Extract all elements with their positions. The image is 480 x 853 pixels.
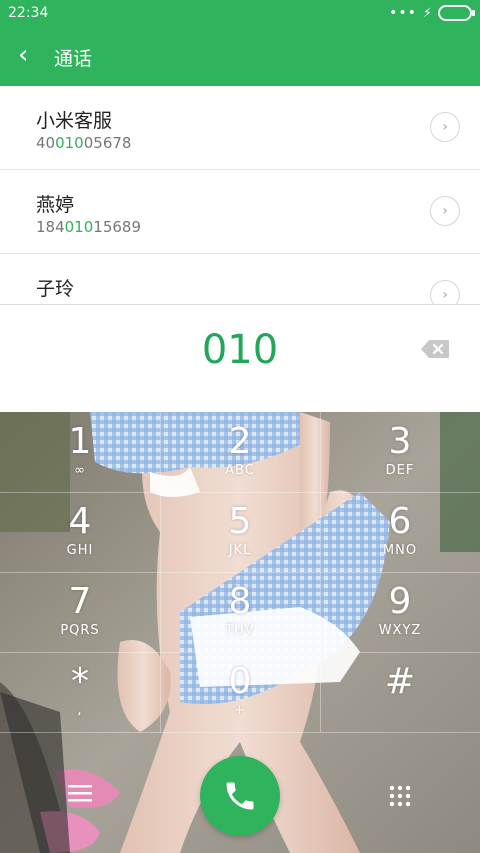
- key-1[interactable]: 1 ∞: [0, 412, 160, 492]
- key-5[interactable]: 5 JKL: [160, 492, 320, 572]
- status-bar: 22:34 ••• ⚡: [0, 0, 480, 28]
- key-hash[interactable]: #: [320, 652, 480, 732]
- contact-row[interactable]: 小米客服 4001005678 ›: [0, 86, 480, 170]
- contact-name: 小米客服: [36, 110, 113, 132]
- key-star[interactable]: * ,: [0, 652, 160, 732]
- charging-icon: ⚡: [422, 5, 432, 21]
- voicemail-icon: ∞: [74, 463, 86, 478]
- contact-row[interactable]: 燕婷 18401015689 ›: [0, 170, 480, 254]
- contact-list: 小米客服 4001005678 › 燕婷 18401015689 › 子玲 ›: [0, 86, 480, 304]
- call-button[interactable]: [200, 756, 280, 836]
- backspace-icon[interactable]: [420, 339, 450, 359]
- contact-row[interactable]: 子玲 ›: [0, 254, 480, 304]
- key-0[interactable]: 0 +: [160, 652, 320, 732]
- app-header: ‹ 通话: [0, 28, 480, 86]
- contact-number: 18401015689: [36, 218, 141, 236]
- key-4[interactable]: 4 GHI: [0, 492, 160, 572]
- dialed-number: 010: [201, 327, 279, 373]
- number-display: 010: [0, 304, 480, 413]
- keypad-toggle-icon[interactable]: [388, 784, 412, 808]
- battery-icon: [438, 5, 475, 21]
- chevron-right-icon[interactable]: ›: [430, 196, 460, 226]
- contact-name: 子玲: [36, 278, 75, 300]
- menu-icon[interactable]: [68, 784, 92, 802]
- key-9[interactable]: 9 WXYZ: [320, 572, 480, 652]
- key-2[interactable]: 2 ABC: [160, 412, 320, 492]
- chevron-right-icon[interactable]: ›: [430, 112, 460, 142]
- status-icons: ••• ⚡: [389, 5, 475, 21]
- page-title: 通话: [54, 48, 93, 70]
- back-arrow-icon[interactable]: ‹: [18, 40, 28, 70]
- key-3[interactable]: 3 DEF: [320, 412, 480, 492]
- key-8[interactable]: 8 TUV: [160, 572, 320, 652]
- key-6[interactable]: 6 MNO: [320, 492, 480, 572]
- chevron-right-icon[interactable]: ›: [430, 280, 460, 304]
- grid-divider: [0, 732, 480, 733]
- contact-number: 4001005678: [36, 134, 132, 152]
- contact-name: 燕婷: [36, 194, 75, 216]
- dots-icon: •••: [389, 5, 417, 21]
- dialpad: 1 ∞ 2 ABC 3 DEF 4 GHI 5 JKL 6 MNO 7 PQRS…: [0, 412, 480, 853]
- status-time: 22:34: [8, 5, 49, 21]
- key-7[interactable]: 7 PQRS: [0, 572, 160, 652]
- phone-icon: [226, 782, 254, 810]
